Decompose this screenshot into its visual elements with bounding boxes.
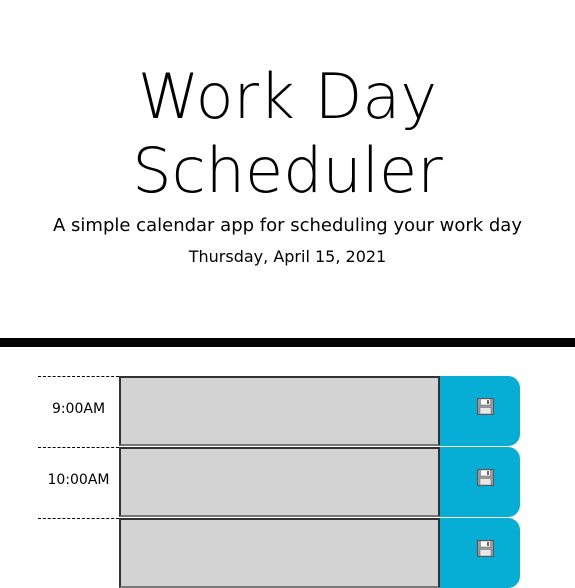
task-textarea[interactable] — [119, 376, 440, 446]
hour-text: 10:00AM — [47, 472, 110, 488]
hour-label — [38, 518, 119, 588]
header-divider — [0, 338, 575, 347]
page-subtitle: A simple calendar app for scheduling you… — [53, 215, 522, 236]
task-textarea[interactable] — [119, 518, 440, 588]
task-textarea[interactable] — [119, 447, 440, 517]
save-button[interactable] — [440, 447, 520, 517]
page-title-line-2: Scheduler — [132, 134, 443, 207]
page-title: Work Day Scheduler — [0, 60, 575, 208]
page-title-line-1: Work Day — [137, 60, 438, 133]
floppy-disk-icon — [477, 540, 494, 557]
floppy-disk-icon — [477, 469, 494, 486]
floppy-disk-icon — [477, 398, 494, 415]
hour-label: 10:00AM — [38, 447, 119, 517]
hour-label: 9:00AM — [38, 376, 119, 446]
header: Work Day Scheduler A simple calendar app… — [0, 0, 575, 338]
save-button[interactable] — [440, 376, 520, 446]
save-button[interactable] — [440, 518, 520, 588]
time-block-row — [38, 518, 520, 588]
time-block-row: 10:00AM — [38, 447, 520, 517]
time-block-row: 9:00AM — [38, 376, 520, 446]
hour-text: 9:00AM — [51, 401, 106, 417]
current-day: Thursday, April 15, 2021 — [188, 247, 387, 266]
